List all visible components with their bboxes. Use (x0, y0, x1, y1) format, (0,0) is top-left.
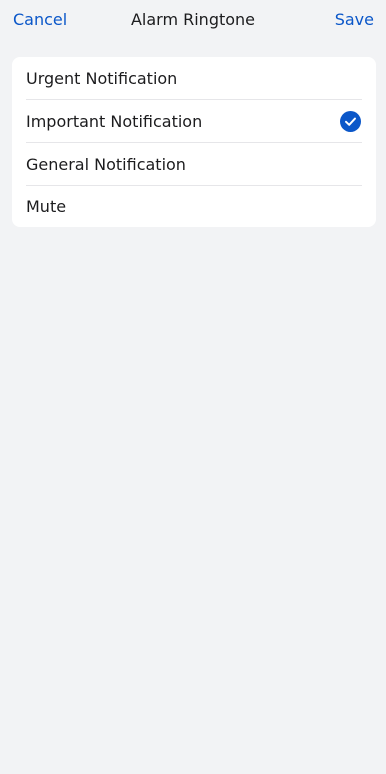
option-important-notification[interactable]: Important Notification (12, 100, 376, 143)
option-label: General Notification (26, 155, 186, 174)
option-label: Mute (26, 197, 67, 216)
ringtone-options-list: Urgent Notification Important Notificati… (12, 57, 376, 227)
check-circle-icon (340, 111, 361, 132)
page-title: Alarm Ringtone (130, 10, 256, 29)
option-label: Important Notification (26, 112, 203, 131)
option-mute[interactable]: Mute (12, 186, 376, 227)
option-urgent-notification[interactable]: Urgent Notification (12, 57, 376, 100)
alarm-ringtone-screen: Cancel Alarm Ringtone Save Urgent Notifi… (0, 0, 386, 774)
save-button[interactable]: Save (335, 9, 374, 31)
option-general-notification[interactable]: General Notification (12, 143, 376, 186)
option-label: Urgent Notification (26, 69, 178, 88)
nav-bar: Cancel Alarm Ringtone Save (0, 0, 386, 40)
